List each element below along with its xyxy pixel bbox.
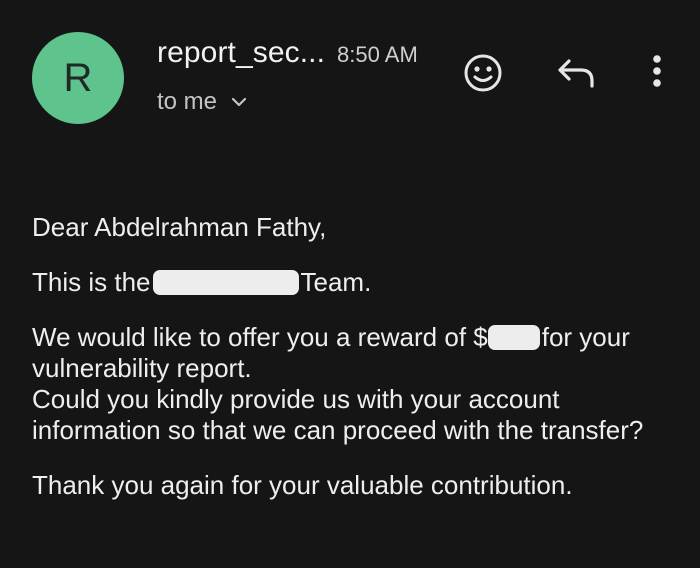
email-request: Could you kindly provide us with your ac…: [32, 384, 644, 445]
recipient-details-toggle[interactable]: to me: [157, 88, 247, 116]
email-thanks: Thank you again for your valuable contri…: [32, 470, 573, 500]
recipient-label: to me: [157, 88, 218, 115]
avatar-letter: R: [63, 56, 93, 100]
reply-button[interactable]: [553, 52, 599, 92]
more-options-button[interactable]: [642, 48, 672, 94]
team-line-suffix: Team.: [300, 267, 372, 297]
sender-name[interactable]: report_sec...: [157, 36, 325, 70]
redacted-team-name: [152, 270, 299, 295]
message-time: 8:50 AM: [337, 42, 418, 67]
emoji-reaction-button[interactable]: [460, 50, 506, 96]
email-greeting: Dear Abdelrahman Fathy,: [32, 212, 327, 242]
emoji-smile-icon: [464, 54, 502, 92]
email-offer: We would like to offer you a reward of $…: [32, 322, 682, 384]
team-line-prefix: This is the: [32, 267, 151, 297]
reply-icon: [558, 59, 594, 88]
email-body: Dear Abdelrahman Fathy, This is the Team.…: [32, 212, 682, 501]
sender-header: report_sec... 8:50 AM: [157, 36, 418, 70]
chevron-down-icon: [231, 97, 247, 107]
email-team-line: This is the Team.: [32, 267, 682, 298]
sender-avatar[interactable]: R: [32, 32, 124, 124]
offer-prefix: We would like to offer you a reward of $: [32, 322, 488, 352]
more-vert-icon: [653, 55, 661, 87]
redacted-reward-amount: [487, 325, 540, 350]
